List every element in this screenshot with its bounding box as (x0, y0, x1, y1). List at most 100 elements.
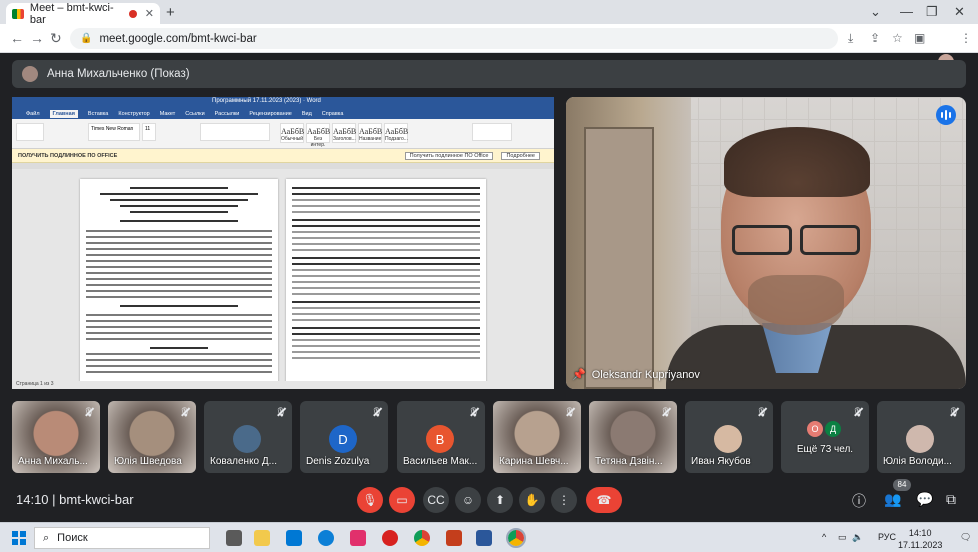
notifications-icon[interactable]: 🗨 (960, 532, 971, 543)
meeting-code: bmt-kwci-bar (59, 492, 134, 507)
shared-screen: Программный 17.11.2023 (2023) · Word Фай… (12, 97, 554, 389)
activities-icon[interactable]: ⧉ (946, 491, 956, 508)
search-icon: ⌕ (43, 531, 50, 544)
participant-tile[interactable]: О Д 🎙 Ещё 73 чел. (781, 401, 869, 473)
paste-button (16, 123, 44, 141)
presenter-bar: Анна Михальченко (Показ) (12, 60, 966, 88)
close-window-icon[interactable]: ✕ (954, 4, 965, 20)
task-view-icon[interactable] (226, 530, 242, 546)
language-indicator[interactable]: РУС (878, 532, 896, 542)
mic-muted-icon: 🎙 (179, 407, 191, 417)
download-icon[interactable]: ⤓ (848, 31, 853, 46)
captions-button[interactable]: CC (423, 487, 449, 513)
participant-tile[interactable]: 🎙 Коваленко Д... (204, 401, 292, 473)
tab-search-icon[interactable]: ⌄ (870, 4, 881, 20)
mic-off-icon: 🎙 (362, 493, 378, 507)
browser-tab[interactable]: Meet – bmt-kwci-bar ✕ (6, 2, 160, 26)
close-tab-icon[interactable]: ✕ (145, 7, 154, 20)
new-tab-icon[interactable]: + (166, 4, 175, 21)
menu-kebab-icon[interactable]: ⋮ (960, 31, 972, 45)
get-office-button: Получить подлинное ПО Office (404, 151, 494, 160)
participant-tile[interactable]: В 🎙 Васильев Мак... (397, 401, 485, 473)
reactions-button[interactable]: ☺ (455, 487, 481, 513)
show-hidden-icons-icon[interactable]: ^ (822, 532, 826, 542)
edge-icon[interactable] (318, 530, 334, 546)
photos-icon[interactable] (350, 530, 366, 546)
mic-muted-icon: 🎙 (660, 407, 672, 417)
participant-name: Ещё 73 чел. (796, 444, 854, 455)
style-item: АаБбВ Без интер. (306, 123, 330, 148)
chrome-active-icon[interactable] (506, 528, 526, 548)
participant-name: Васильев Мак... (403, 456, 478, 467)
opera-icon[interactable] (382, 530, 398, 546)
word-menu-tab: Конструктор (118, 111, 150, 117)
side-panel-icon[interactable]: ▣ (914, 31, 925, 45)
lock-icon: 🔒 (80, 33, 93, 44)
clock-time: 14:10 (908, 528, 932, 538)
participant-tile[interactable]: 🎙 Юлія Володи... (877, 401, 965, 473)
raise-hand-button[interactable]: ✋ (519, 487, 545, 513)
find-replace-group (472, 123, 512, 141)
leave-call-button[interactable]: ☎ (586, 487, 622, 513)
present-button[interactable]: ⬆ (487, 487, 513, 513)
infobar-title: ПОЛУЧИТЬ ПОДЛИННОЕ ПО OFFICE (18, 152, 118, 159)
word-ribbon: Times New Roman 11 АаБбВ Обычный АаБбВ Без … (12, 119, 554, 149)
participant-name: Иван Якубов (691, 456, 751, 467)
windows-taskbar: ⌕ Поиск ^ ▭ 🔈 РУС 14:10 17.11.2023 🗨 (0, 522, 978, 552)
volume-icon[interactable]: 🔈 (852, 532, 863, 543)
mic-off-button[interactable]: 🎙 (357, 487, 383, 513)
taskbar-clock[interactable]: 14:10 17.11.2023 (898, 527, 942, 551)
mic-muted-icon: 🎙 (468, 407, 480, 417)
back-icon[interactable]: ← (10, 30, 24, 46)
participant-tile[interactable]: 🎙 Анна Михаль... (12, 401, 100, 473)
document-page-left (80, 179, 278, 389)
taskbar-search[interactable]: ⌕ Поиск (34, 527, 210, 549)
network-icon[interactable]: ▭ (838, 532, 847, 543)
recording-dot-icon (128, 9, 137, 18)
present-screen-icon: ⬆ (494, 493, 506, 507)
more-vert-icon: ⋮ (558, 493, 570, 507)
participant-tile[interactable]: D 🎙 Denis Zozulya (300, 401, 388, 473)
paragraph-group (200, 123, 270, 141)
participant-name: Анна Михаль... (18, 456, 88, 467)
participant-avatar: О (807, 421, 823, 437)
file-explorer-icon[interactable] (254, 530, 270, 546)
people-icon[interactable]: 👥 (884, 491, 901, 508)
word-menu-tab: Главная (49, 110, 78, 118)
camera-off-button[interactable]: ▭ (389, 487, 415, 513)
word-title-bar: Программный 17.11.2023 (2023) · Word (12, 97, 554, 109)
url-field[interactable]: 🔒 meet.google.com/bmt-kwci-bar (70, 28, 838, 49)
meeting-info-icon[interactable]: ⓘ (852, 491, 866, 511)
maximize-icon[interactable]: ❐ (926, 4, 938, 20)
font-selector: Times New Roman (88, 123, 140, 141)
participant-avatar: Д (825, 421, 841, 437)
more-options-button[interactable]: ⋮ (551, 487, 577, 513)
windows-start-icon[interactable] (12, 531, 26, 545)
forward-icon[interactable]: → (30, 30, 44, 46)
share-icon[interactable]: ⇪ (870, 31, 880, 45)
url-text: meet.google.com/bmt-kwci-bar (99, 32, 257, 45)
word-menu-tab: Ссылки (185, 111, 205, 117)
store-icon[interactable] (286, 530, 302, 546)
word-icon[interactable] (476, 530, 492, 546)
participant-tile[interactable]: 🎙 Карина Шевч... (493, 401, 581, 473)
font-size-selector: 11 (142, 123, 156, 141)
minimize-icon[interactable]: — (900, 4, 913, 19)
style-item: АаБбВ Подзаго... (384, 123, 408, 143)
chat-icon[interactable]: 💬 (916, 491, 933, 508)
bookmark-star-icon[interactable]: ☆ (892, 31, 903, 45)
participant-tile[interactable]: 🎙 Юлія Шведова (108, 401, 196, 473)
participant-name: Коваленко Д... (210, 456, 278, 467)
reload-icon[interactable]: ↻ (50, 30, 62, 47)
participant-avatar (233, 425, 261, 453)
powerpoint-icon[interactable] (446, 530, 462, 546)
meet-favicon-icon (12, 8, 24, 19)
pin-icon[interactable]: 📌 (572, 368, 586, 381)
address-bar-row: ← → ↻ 🔒 meet.google.com/bmt-kwci-bar ⤓ ⇪… (0, 24, 978, 70)
participant-tile[interactable]: 🎙 Иван Якубов (685, 401, 773, 473)
participant-name: Тетяна Дзвін... (595, 456, 663, 467)
hand-icon: ✋ (524, 493, 540, 507)
participant-tile[interactable]: 🎙 Тетяна Дзвін... (589, 401, 677, 473)
chrome-icon[interactable] (414, 530, 430, 546)
participant-avatar: D (329, 425, 357, 453)
